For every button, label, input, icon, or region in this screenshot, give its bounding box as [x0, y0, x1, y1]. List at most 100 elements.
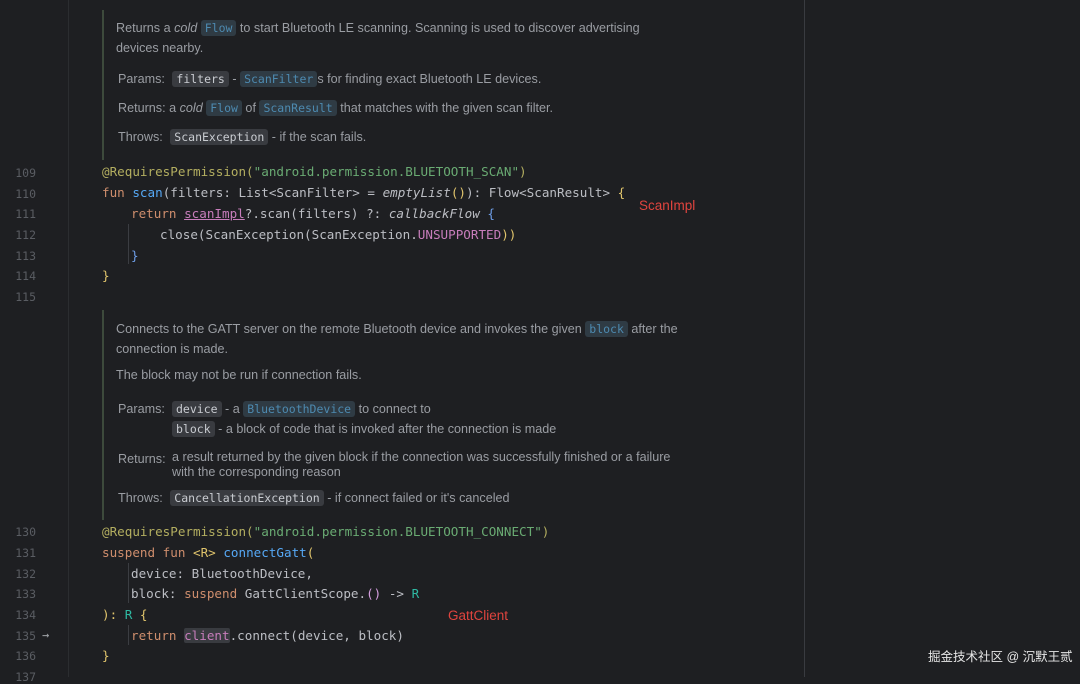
type-parameter: R: [411, 586, 420, 601]
line-number: 131: [15, 546, 36, 560]
doc-link-scanfilter[interactable]: ScanFilter: [240, 71, 318, 87]
line-number: 115: [15, 290, 36, 304]
doc-text: connection is made.: [116, 342, 229, 356]
code-text: ->: [381, 586, 412, 601]
brace: (): [366, 586, 382, 601]
doc-text: of: [241, 101, 260, 115]
code-line-131[interactable]: suspend fun <R> connectGatt(: [102, 545, 314, 561]
brace: {: [132, 607, 148, 622]
line-number: 114: [15, 269, 36, 283]
doc-text: after the: [627, 322, 678, 336]
watermark: 掘金技术社区 @ 沉默王贰: [928, 650, 1073, 664]
annotation: ): [541, 524, 550, 539]
code-line-136[interactable]: }: [102, 648, 110, 664]
recursive-call-arrow-icon[interactable]: →: [42, 628, 49, 642]
indent-guide: [128, 625, 129, 645]
param-name: device: [172, 401, 222, 417]
code-line-134[interactable]: ): R {: [102, 607, 148, 623]
keyword: return: [131, 206, 185, 221]
param-name: filters: [172, 71, 229, 87]
code-text: ?.scan(filters) ?:: [244, 206, 389, 221]
brace: {: [479, 206, 495, 221]
doc-text: cold: [179, 101, 203, 115]
throws-label: Throws:: [118, 491, 163, 505]
indent-guide: [128, 563, 129, 603]
property-ref: client: [184, 628, 230, 643]
doc-text: a: [165, 101, 180, 115]
string-literal: "android.permission.BLUETOOTH_CONNECT": [253, 524, 542, 539]
doc-link-flow[interactable]: Flow: [200, 20, 237, 36]
line-number: 111: [15, 207, 36, 221]
annotation: @RequiresPermission(: [102, 164, 254, 179]
keyword: suspend: [184, 586, 245, 601]
scan-impl-label: ScanImpl: [639, 198, 696, 213]
line-number: 132: [15, 567, 36, 581]
keyword: suspend fun: [102, 545, 193, 560]
code-text: .connect(device, block): [229, 628, 404, 643]
doc-text: Connects to the GATT server on the remot…: [116, 322, 586, 336]
doc-link-scanresult[interactable]: ScanResult: [259, 100, 337, 116]
doc-text: with the corresponding reason: [172, 465, 341, 479]
throws-label: Throws:: [118, 130, 163, 144]
line-number: 137: [15, 670, 36, 684]
type-parameter: <R>: [193, 545, 216, 560]
doc-text: s for finding exact Bluetooth LE devices…: [317, 72, 542, 86]
code-text: block:: [131, 586, 185, 601]
returns-label: Returns:: [118, 452, 166, 466]
keyword: return: [131, 628, 185, 643]
code-line-114[interactable]: }: [102, 268, 110, 284]
doc-text: - a: [221, 402, 244, 416]
code-line-109[interactable]: @RequiresPermission("android.permission.…: [102, 164, 527, 180]
line-number: 133: [15, 587, 36, 601]
doc-text: - if connect failed or it's canceled: [323, 491, 510, 505]
function-call: emptyList: [382, 185, 451, 200]
code-line-133[interactable]: block: suspend GattClientScope.() -> R: [131, 586, 419, 602]
doc-text: to connect to: [355, 402, 431, 416]
line-number: 135: [15, 629, 36, 643]
code-text: ): Flow<ScanResult>: [466, 185, 618, 200]
kdoc-scan: Returns a cold Flow to start Bluetooth L…: [102, 10, 716, 160]
brace: (): [450, 185, 466, 200]
params-label: Params:: [118, 402, 165, 416]
doc-text: that matches with the given scan filter.: [336, 101, 554, 115]
code-text: (filters: List<ScanFilter> =: [162, 185, 383, 200]
annotation: @RequiresPermission(: [102, 524, 254, 539]
doc-text: - a block of code that is invoked after …: [214, 422, 557, 436]
line-number: 112: [15, 228, 36, 242]
line-number: 136: [15, 649, 36, 663]
exception-name: CancellationException: [170, 490, 324, 506]
line-number: 130: [15, 525, 36, 539]
params-label: Params:: [118, 72, 165, 86]
code-line-111[interactable]: return scanImpl?.scan(filters) ?: callba…: [131, 206, 495, 222]
keyword: fun: [102, 185, 133, 200]
function-call: callbackFlow: [388, 206, 480, 221]
doc-text: cold: [174, 21, 198, 35]
code-line-135[interactable]: return client.connect(device, block): [131, 628, 404, 644]
line-number: 110: [15, 187, 36, 201]
code-line-113[interactable]: }: [131, 248, 139, 264]
param-name: block: [172, 421, 215, 437]
doc-link-flow[interactable]: Flow: [206, 100, 242, 116]
annotation: ): [519, 164, 527, 179]
code-text: GattClientScope.: [244, 586, 367, 601]
line-number: 109: [15, 166, 36, 180]
doc-text: a result returned by the given block if …: [172, 450, 671, 464]
brace: {: [617, 185, 626, 200]
code-text: close(ScanException(ScanException.: [160, 227, 418, 242]
doc-text: devices nearby.: [116, 41, 204, 55]
doc-link-block[interactable]: block: [585, 321, 628, 337]
indent-guide: [128, 224, 129, 264]
doc-link-bluetoothdevice[interactable]: BluetoothDevice: [243, 401, 356, 417]
brace: ):: [102, 607, 125, 622]
right-margin-guide: [804, 0, 805, 677]
code-line-130[interactable]: @RequiresPermission("android.permission.…: [102, 524, 549, 540]
code-line-110[interactable]: fun scan(filters: List<ScanFilter> = emp…: [102, 185, 625, 201]
exception-name: ScanException: [170, 129, 269, 145]
property-ref: scanImpl: [184, 206, 245, 221]
brace: )): [501, 227, 517, 242]
code-line-132[interactable]: device: BluetoothDevice,: [131, 566, 313, 582]
returns-label: Returns:: [118, 101, 166, 115]
code-line-112[interactable]: close(ScanException(ScanException.UNSUPP…: [160, 227, 516, 243]
kdoc-connect-gatt: Connects to the GATT server on the remot…: [102, 310, 716, 520]
brace: (: [306, 545, 315, 560]
